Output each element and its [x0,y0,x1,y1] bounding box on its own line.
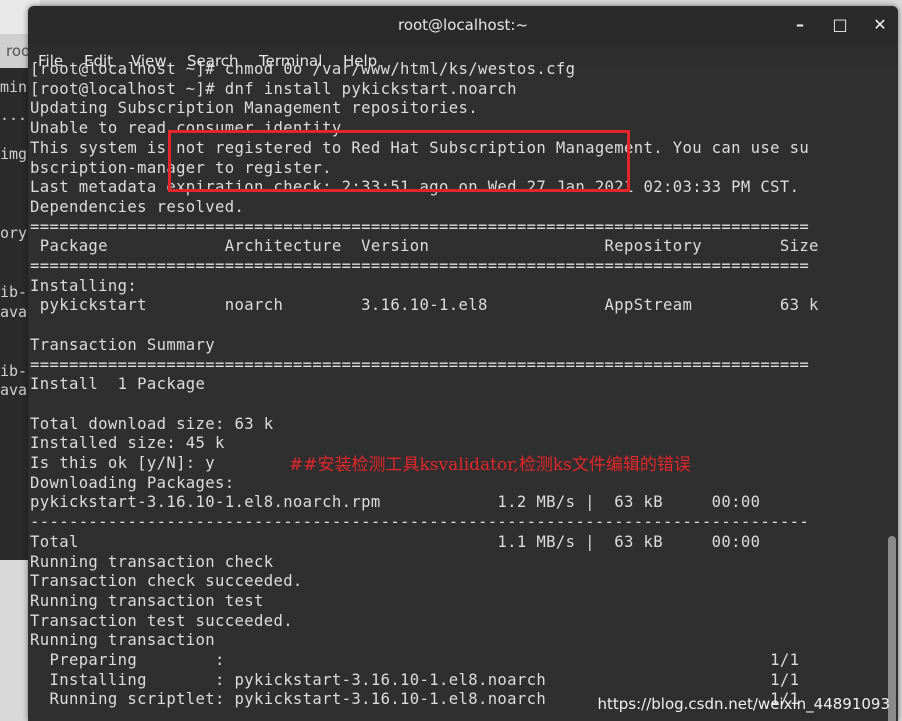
terminal-line: Total download size: 63 k [30,414,274,433]
background-side-text: img [0,145,28,163]
terminal-line: pykickstart noarch 3.16.10-1.el8 AppStre… [30,296,819,315]
background-side-text: ory [0,224,28,242]
watermark: https://blog.csdn.net/weixin_44891093 [597,695,890,713]
terminal-line: Running transaction test [30,591,264,610]
terminal-line: [root@localhost ~]# chmod 0o /var/www/ht… [30,60,576,78]
scrollbar[interactable] [888,536,896,721]
close-icon[interactable]: ✕ [868,13,892,37]
terminal-line: Dependencies resolved. [30,197,245,216]
background-side-text: ava [0,303,28,321]
terminal-line: Downloading Packages: [30,473,235,492]
terminal-line: Is this ok [y/N]: y [30,454,216,472]
terminal-line: Transaction test succeeded. [30,611,293,630]
terminal-line: Total 1.1 MB/s | 63 kB 00:00 [30,532,761,551]
minimize-icon[interactable]: – [788,13,812,37]
window-title: root@localhost:~ [397,16,529,34]
annotation-text: ##安装检测工具ksvalidator,检测ks文件编辑的错误 [289,455,691,475]
terminal-line: Transaction check succeeded. [30,572,303,591]
terminal-line: Installed size: 45 k [30,434,225,453]
terminal-line: Installing: [30,276,138,295]
terminal-line: [root@localhost ~]# dnf install pykickst… [30,79,517,98]
terminal-line: ----------------------------------------… [30,513,810,532]
terminal-line: ========================================… [30,217,810,236]
terminal-line: ========================================… [30,355,810,374]
background-side-text: min [0,78,28,96]
background-side-text: ava [0,381,28,399]
terminal-line: pykickstart-3.16.10-1.el8.noarch.rpm 1.2… [30,493,761,512]
highlight-box [168,130,630,192]
terminal-window: root@localhost:~ – □ ✕ File Edit View Se… [28,6,898,721]
terminal-line: Install 1 Package [30,375,206,394]
terminal-output[interactable]: [root@localhost ~]# chmod 0o /var/www/ht… [28,60,898,721]
terminal-line: ========================================… [30,257,810,275]
terminal-line: Updating Subscription Management reposit… [30,99,478,118]
window-titlebar[interactable]: root@localhost:~ – □ ✕ [28,6,898,44]
terminal-line: Preparing : 1/1 [30,651,800,669]
terminal-line: Installing : pykickstart-3.16.10-1.el8.n… [30,670,800,689]
maximize-icon[interactable]: □ [828,13,852,37]
terminal-line: Package Architecture Version Repository … [30,237,819,256]
terminal-line: Running transaction [30,631,216,650]
terminal-line: Transaction Summary [30,335,216,354]
background-side-text: ... [0,106,28,124]
terminal-line: Running transaction check [30,552,274,571]
